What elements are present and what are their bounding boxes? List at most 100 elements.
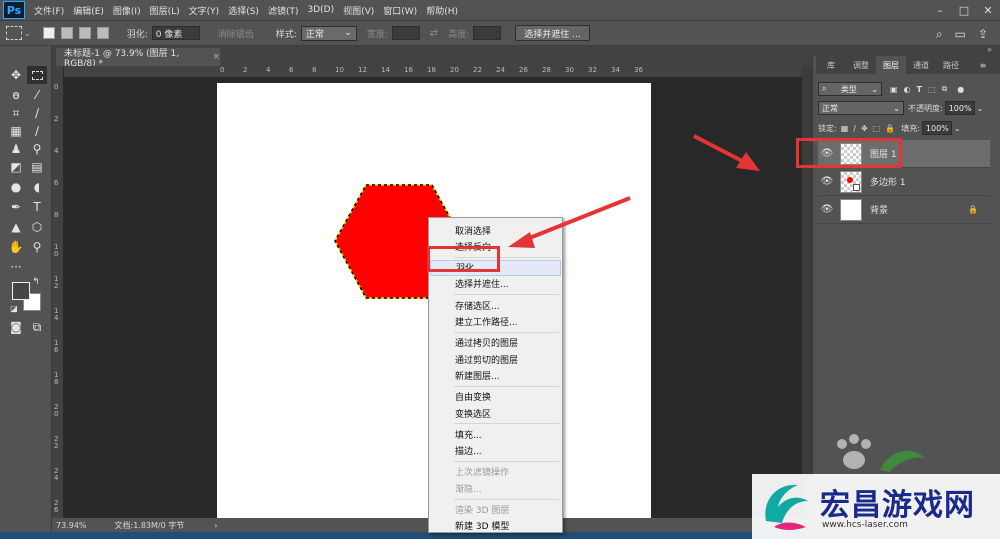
height-input[interactable] bbox=[473, 26, 502, 40]
filter-pixel-icon[interactable]: ▣ bbox=[890, 85, 898, 94]
new-selection-icon[interactable] bbox=[42, 27, 55, 39]
default-colors-icon[interactable]: ◪ bbox=[8, 302, 20, 314]
context-menu-item[interactable]: 填充... bbox=[430, 426, 561, 442]
filter-toggle-icon[interactable]: ● bbox=[957, 85, 964, 94]
screen-mode-icon[interactable]: ⧉ bbox=[27, 318, 47, 336]
marquee-preset-icon[interactable] bbox=[6, 26, 22, 40]
tab-layers[interactable]: 图层 bbox=[876, 56, 906, 74]
zoom-tool-icon[interactable]: ⚲ bbox=[27, 238, 47, 256]
chevron-down-icon[interactable]: ⌄ bbox=[977, 104, 984, 113]
tab-libraries[interactable]: 库 bbox=[816, 56, 846, 74]
zoom-level[interactable]: 73.94% bbox=[56, 521, 87, 530]
layer-name[interactable]: 背景 bbox=[870, 203, 888, 216]
menu-edit[interactable]: 编辑(E) bbox=[73, 4, 104, 17]
menu-help[interactable]: 帮助(H) bbox=[426, 4, 458, 17]
chevron-down-icon[interactable]: ⌄ bbox=[954, 124, 961, 133]
layer-row[interactable]: 👁 多边形 1 bbox=[818, 168, 990, 196]
vertical-ruler[interactable]: 0 2 4 6 8 1 0 1 2 1 4 1 6 1 8 2 0 2 2 2 4 2 6 bbox=[52, 66, 64, 518]
healing-brush-icon[interactable]: ▦ bbox=[6, 122, 26, 140]
menu-type[interactable]: 文字(Y) bbox=[189, 4, 220, 17]
context-menu-item[interactable]: 新建图层... bbox=[430, 367, 561, 383]
context-menu-item[interactable]: 描边... bbox=[430, 443, 561, 459]
move-tool-icon[interactable]: ✥ bbox=[6, 66, 26, 84]
stamp-tool-icon[interactable]: ♟ bbox=[6, 140, 26, 158]
document-tab[interactable]: 未标题-1 @ 73.9% (图层 1, RGB/8) * × bbox=[56, 48, 220, 69]
collapse-icon[interactable]: » bbox=[987, 45, 992, 54]
more-tools-icon[interactable]: ··· bbox=[6, 258, 26, 276]
context-menu-item[interactable]: 取消选择 bbox=[430, 222, 561, 238]
lock-pixels-icon[interactable]: ∕ bbox=[853, 124, 856, 133]
layer-name[interactable]: 多边形 1 bbox=[870, 175, 906, 188]
tab-paths[interactable]: 路径 bbox=[936, 56, 966, 74]
crop-tool-icon[interactable]: ⌗ bbox=[6, 104, 26, 122]
context-menu-item[interactable]: 通过拷贝的图层 bbox=[430, 335, 561, 351]
dodge-tool-icon[interactable]: ◖ bbox=[27, 178, 47, 196]
blend-mode-select[interactable]: 正常 ⌄ bbox=[818, 101, 904, 115]
lock-transparent-icon[interactable]: ▦ bbox=[841, 124, 849, 133]
lock-position-icon[interactable]: ✥ bbox=[861, 124, 868, 133]
close-icon[interactable]: × bbox=[212, 52, 220, 62]
chevron-right-icon[interactable]: › bbox=[214, 521, 217, 530]
add-selection-icon[interactable] bbox=[60, 27, 73, 39]
select-and-mask-button[interactable]: 选择并遮住 ... bbox=[515, 25, 590, 41]
chevron-down-icon[interactable]: ⌄ bbox=[24, 29, 31, 38]
foreground-color-swatch[interactable] bbox=[12, 282, 30, 300]
menu-3d[interactable]: 3D(D) bbox=[307, 5, 334, 15]
lock-artboard-icon[interactable]: ⬚ bbox=[873, 124, 881, 133]
eraser-tool-icon[interactable]: ◩ bbox=[6, 158, 26, 176]
context-menu-item[interactable]: 选择并遮住... bbox=[430, 276, 561, 292]
swap-colors-icon[interactable]: ↰ bbox=[30, 276, 42, 288]
lasso-tool-icon[interactable]: ɵ bbox=[6, 86, 26, 104]
menu-view[interactable]: 视图(V) bbox=[343, 4, 374, 17]
minimize-icon[interactable]: – bbox=[928, 4, 952, 17]
brush-tool-icon[interactable]: ∕ bbox=[27, 122, 47, 140]
history-brush-icon[interactable]: ⚲ bbox=[27, 140, 47, 158]
style-select[interactable]: 正常 ⌄ bbox=[300, 25, 357, 41]
quick-mask-icon[interactable]: ◙ bbox=[6, 318, 26, 336]
eyedropper-icon[interactable]: ∕ bbox=[27, 104, 47, 122]
search-icon[interactable]: ⌕ bbox=[936, 27, 943, 42]
marquee-tool-icon[interactable] bbox=[27, 66, 47, 84]
filter-adjust-icon[interactable]: ◐ bbox=[904, 85, 911, 94]
document-info[interactable]: 文档:1.83M/0 字节 bbox=[115, 520, 185, 531]
workspace-icon[interactable]: ▭ bbox=[955, 27, 966, 41]
blur-tool-icon[interactable]: ● bbox=[6, 178, 26, 196]
context-menu-item[interactable]: 变换选区 bbox=[430, 405, 561, 421]
menu-layer[interactable]: 图层(L) bbox=[150, 4, 180, 17]
menu-select[interactable]: 选择(S) bbox=[228, 4, 259, 17]
filter-smart-icon[interactable]: ⧉ bbox=[942, 84, 948, 94]
visibility-eye-icon[interactable]: 👁 bbox=[818, 204, 836, 215]
subtract-selection-icon[interactable] bbox=[78, 27, 91, 39]
visibility-eye-icon[interactable]: 👁 bbox=[818, 176, 836, 187]
pen-tool-icon[interactable]: ✒ bbox=[6, 198, 26, 216]
gradient-tool-icon[interactable]: ▤ bbox=[27, 158, 47, 176]
panel-collapse-bar[interactable]: » bbox=[812, 45, 1000, 56]
lock-all-icon[interactable]: 🔒 bbox=[885, 124, 895, 133]
maximize-icon[interactable]: □ bbox=[952, 4, 976, 17]
menu-window[interactable]: 窗口(W) bbox=[383, 4, 417, 17]
filter-shape-icon[interactable]: ⬚ bbox=[928, 85, 936, 94]
swap-icon[interactable]: ⇄ bbox=[430, 28, 438, 39]
hand-tool-icon[interactable]: ✋ bbox=[6, 238, 26, 256]
close-icon[interactable]: ✕ bbox=[976, 4, 1000, 17]
context-menu-item[interactable]: 建立工作路径... bbox=[430, 314, 561, 330]
filter-type-icon[interactable]: T bbox=[917, 85, 922, 94]
menu-filter[interactable]: 滤镜(T) bbox=[268, 4, 299, 17]
context-menu-item[interactable]: 新建 3D 模型 bbox=[430, 518, 561, 534]
path-select-icon[interactable]: ▲ bbox=[6, 218, 26, 236]
filter-kind-select[interactable]: ⌕ 类型 ⌄ bbox=[818, 82, 882, 96]
context-menu-item[interactable]: 存储选区... bbox=[430, 297, 561, 313]
panel-menu-icon[interactable]: ≡ bbox=[966, 56, 1000, 74]
share-icon[interactable]: ⇪ bbox=[978, 27, 988, 41]
magic-wand-icon[interactable]: ⁄ bbox=[27, 86, 47, 104]
feather-input[interactable]: 0 像素 bbox=[151, 26, 200, 40]
tab-channels[interactable]: 通道 bbox=[906, 56, 936, 74]
type-tool-icon[interactable]: T bbox=[27, 198, 47, 216]
horizontal-ruler[interactable]: 0 2 4 6 8 10 12 14 16 18 20 22 24 26 28 30 32 34 36 bbox=[64, 66, 804, 78]
intersect-selection-icon[interactable] bbox=[96, 27, 109, 39]
shape-tool-icon[interactable]: ⬡ bbox=[27, 218, 47, 236]
menu-file[interactable]: 文件(F) bbox=[34, 4, 64, 17]
antialias-checkbox[interactable]: 消除锯齿 bbox=[218, 27, 254, 40]
opacity-input[interactable]: 100% bbox=[944, 101, 975, 115]
context-menu-item[interactable]: 自由变换 bbox=[430, 389, 561, 405]
